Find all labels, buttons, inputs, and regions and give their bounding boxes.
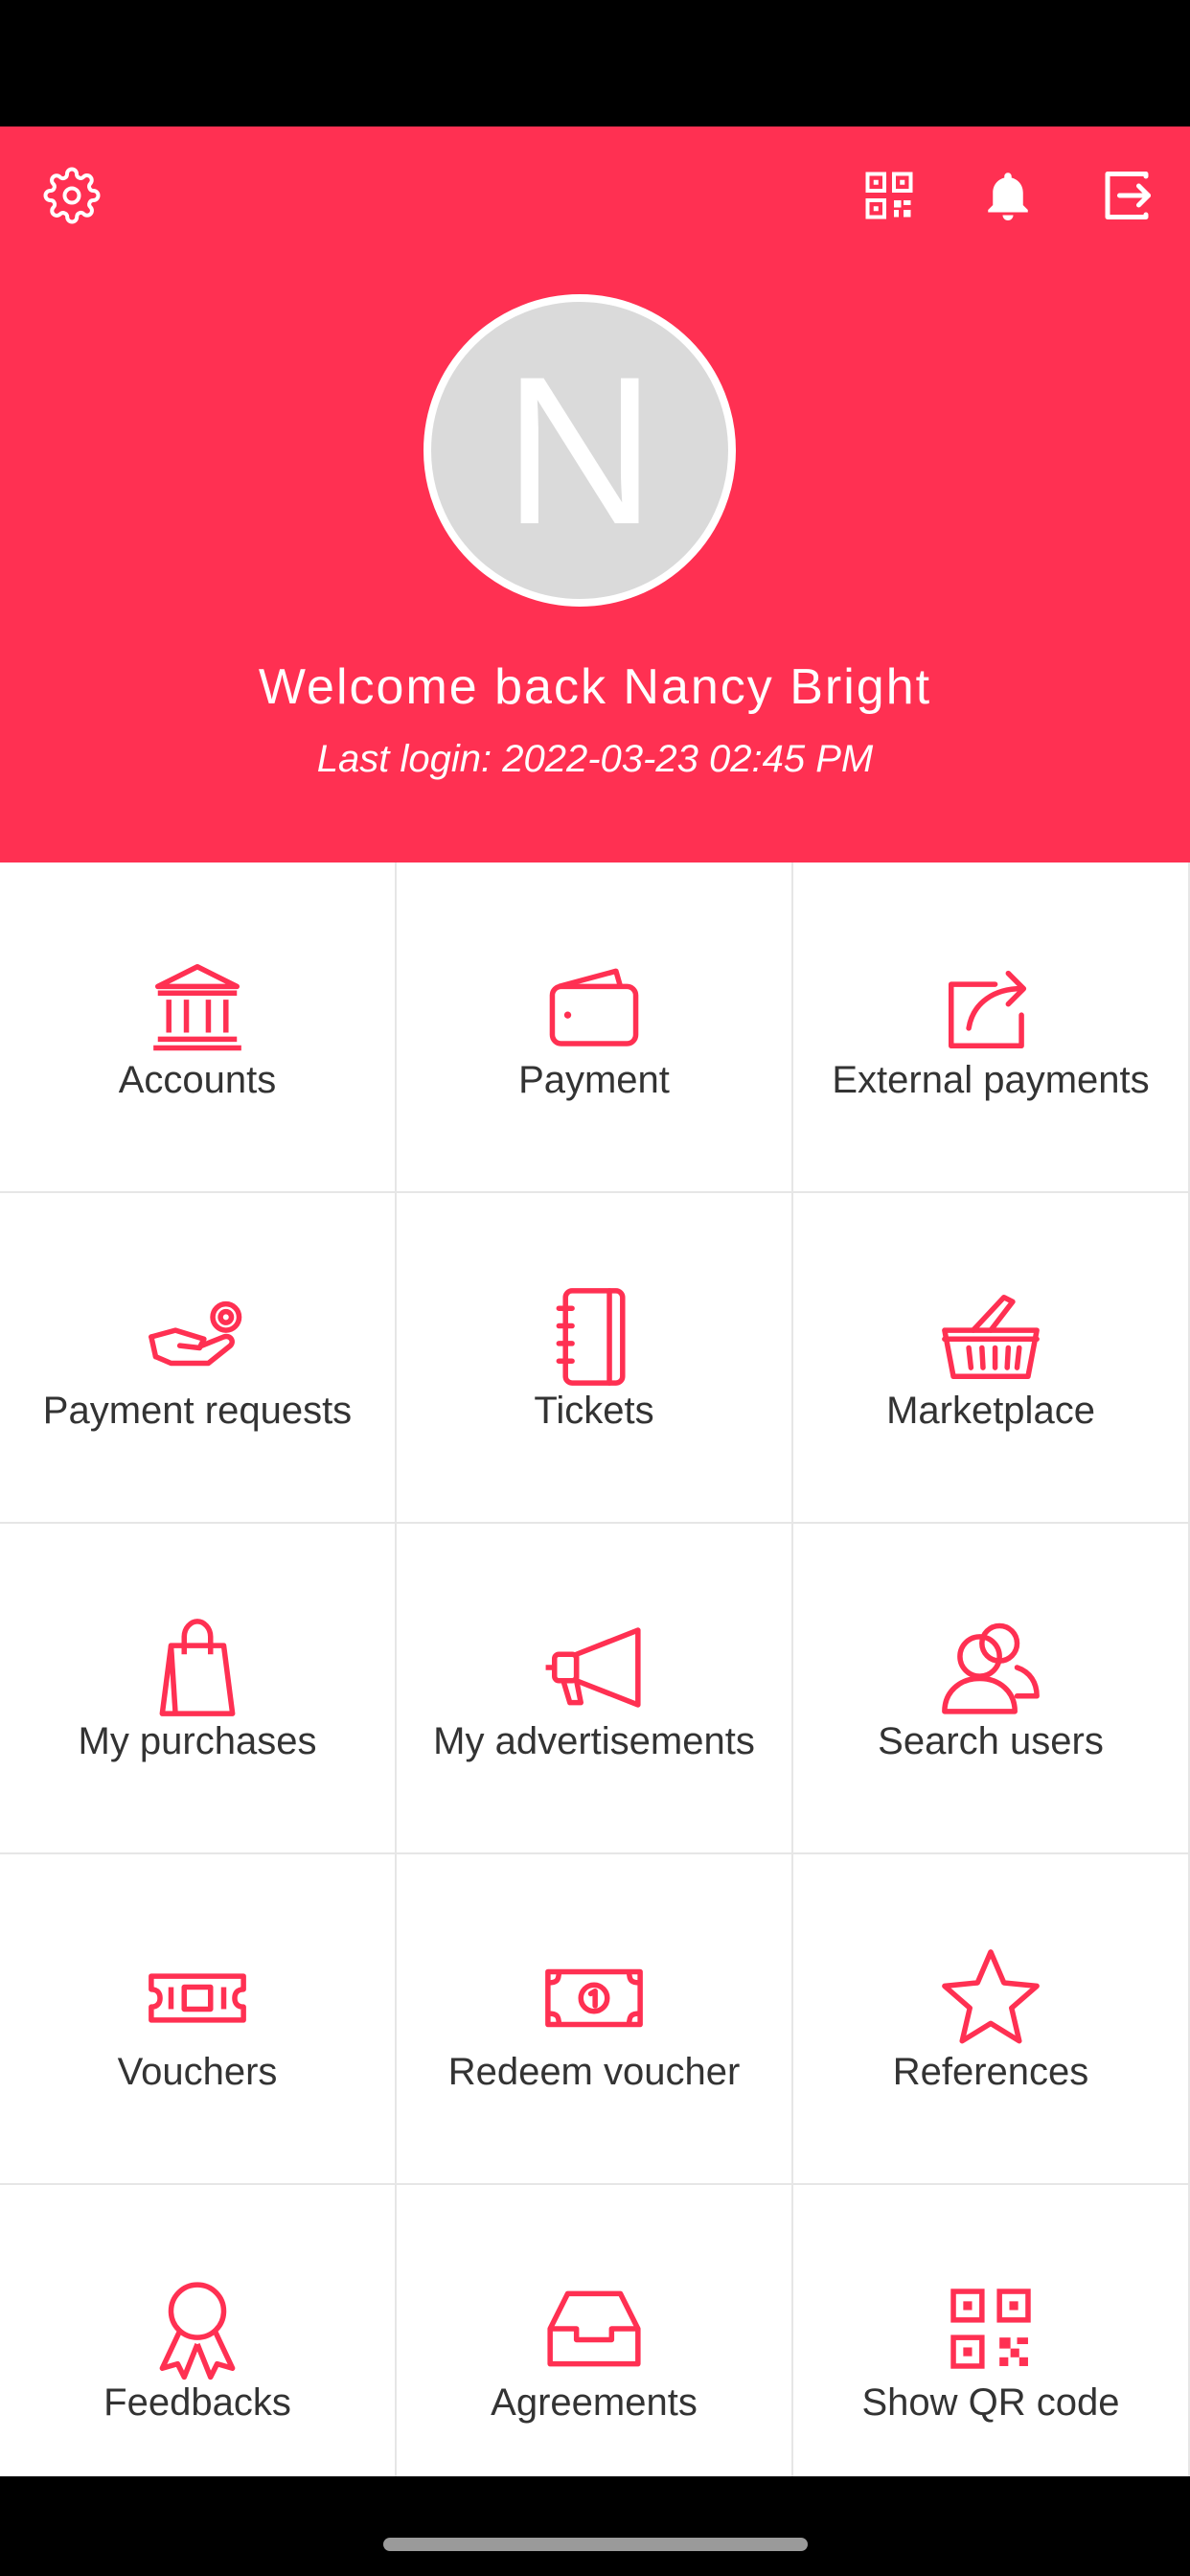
bell-icon[interactable] [973,161,1042,230]
users-icon [938,1615,1043,1720]
logout-icon[interactable] [1092,161,1161,230]
menu-item-tickets[interactable]: Tickets [397,1193,793,1524]
status-bar [0,0,1190,126]
basket-icon [938,1284,1043,1390]
shopping-bag-icon [145,1615,250,1720]
menu-item-accounts[interactable]: Accounts [0,862,397,1193]
menu-item-label: Show QR code [861,2381,1120,2424]
share-icon [938,954,1043,1059]
megaphone-icon [541,1615,647,1720]
menu-item-label: Accounts [118,1059,277,1101]
banknote-icon [541,1945,647,2051]
menu-item-label: Redeem voucher [447,2051,741,2093]
menu-item-label: Tickets [534,1390,654,1432]
menu-item-my-purchases[interactable]: My purchases [0,1524,397,1854]
menu-item-search-users[interactable]: Search users [793,1524,1190,1854]
menu-item-label: Marketplace [886,1390,1095,1432]
gear-icon[interactable] [37,161,106,230]
menu-item-redeem-voucher[interactable]: Redeem voucher [397,1854,793,2185]
menu-item-agreements[interactable]: Agreements [397,2185,793,2476]
menu-item-feedbacks[interactable]: Feedbacks [0,2185,397,2476]
award-icon [145,2276,250,2381]
last-login: Last login: 2022-03-23 02:45 PM [316,738,874,780]
menu-item-marketplace[interactable]: Marketplace [793,1193,1190,1524]
menu-item-label: My purchases [78,1720,317,1762]
menu-grid: Accounts Payment External payments Payme… [0,862,1190,2476]
system-nav-bar [0,2476,1190,2576]
qr-code-icon [938,2276,1043,2381]
menu-item-show-qr-code[interactable]: Show QR code [793,2185,1190,2476]
avatar-initial: N [503,333,656,568]
star-icon [938,1945,1043,2051]
profile-header: N Welcome back Nancy Bright Last login: … [0,126,1190,862]
menu-item-label: Payment [518,1059,670,1101]
hand-coin-icon [145,1284,250,1390]
qr-code-icon[interactable] [855,161,924,230]
ticket-icon [145,1945,250,2051]
wallet-icon [541,954,647,1059]
menu-item-label: Payment requests [42,1390,353,1432]
home-indicator[interactable] [383,2538,808,2551]
inbox-icon [541,2276,647,2381]
notebook-icon [541,1284,647,1390]
menu-item-vouchers[interactable]: Vouchers [0,1854,397,2185]
menu-item-references[interactable]: References [793,1854,1190,2185]
menu-item-label: My advertisements [433,1720,755,1762]
menu-item-my-advertisements[interactable]: My advertisements [397,1524,793,1854]
avatar[interactable]: N [423,294,736,607]
menu-item-payment[interactable]: Payment [397,862,793,1193]
menu-item-label: External payments [832,1059,1150,1101]
menu-item-label: Search users [878,1720,1104,1762]
menu-item-label: Agreements [491,2381,698,2424]
welcome-message: Welcome back Nancy Bright [258,659,932,715]
menu-item-label: Feedbacks [103,2381,291,2424]
menu-item-label: Vouchers [117,2051,278,2093]
menu-item-external-payments[interactable]: External payments [793,862,1190,1193]
menu-item-payment-requests[interactable]: Payment requests [0,1193,397,1524]
bank-icon [145,954,250,1059]
menu-item-label: References [892,2051,1089,2093]
